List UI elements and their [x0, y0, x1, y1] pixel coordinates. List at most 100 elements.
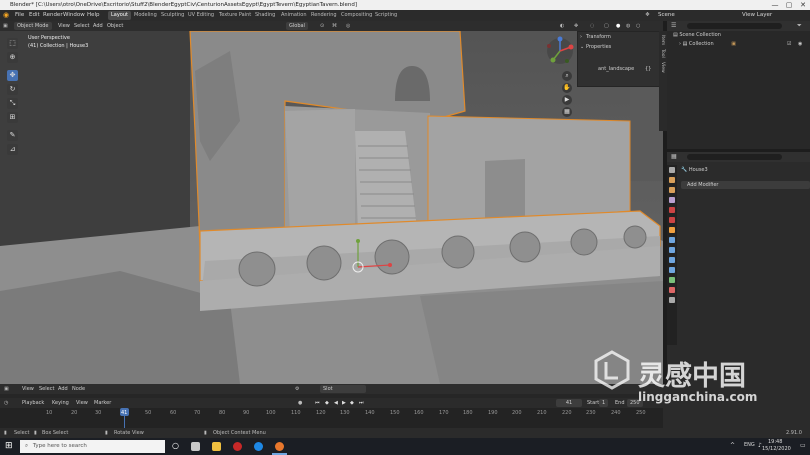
select-box-tool-icon[interactable]: ⬚	[7, 38, 18, 49]
pivot-icon[interactable]: ⊙	[320, 21, 324, 31]
transform-tool-icon[interactable]: ⊞	[7, 112, 18, 123]
blender-taskbar-icon[interactable]	[275, 442, 284, 451]
sidebar-tab-item[interactable]: Item	[660, 35, 665, 45]
tab-sculpting[interactable]: Sculpting	[158, 11, 187, 20]
prev-keyframe-icon[interactable]: ◆	[325, 398, 329, 408]
view-layer-selector[interactable]: View Layer	[742, 10, 772, 21]
outliner-editor-icon[interactable]: ☰	[671, 22, 676, 29]
transform-orientation-dropdown[interactable]: Global	[286, 22, 308, 30]
tab-animation[interactable]: Animation	[278, 11, 310, 20]
tab-scripting[interactable]: Scripting	[372, 11, 400, 20]
menu-object[interactable]: Object	[107, 21, 123, 31]
menu-help[interactable]: Help	[87, 10, 100, 21]
tab-modeling[interactable]: Modeling	[131, 11, 160, 20]
clock-time[interactable]: 19:48	[768, 439, 782, 445]
panel-transform[interactable]: › Transform	[578, 32, 660, 42]
timeline-editor-icon[interactable]: ◷	[4, 398, 8, 408]
measure-tool-icon[interactable]: ⊿	[7, 144, 18, 155]
node-tree-icon[interactable]: ⚙	[295, 384, 299, 394]
texture-tab-icon[interactable]	[669, 297, 675, 303]
record-icon[interactable]: ●	[298, 398, 302, 408]
menu-select[interactable]: Select	[39, 384, 54, 394]
timeline-ruler[interactable]: 10 20 30 41 50 60 70 80 90 100 110 120 1…	[0, 408, 663, 428]
properties-editor-icon[interactable]: ▦	[671, 153, 677, 160]
menu-add[interactable]: Add	[93, 21, 103, 31]
shading-solid-icon[interactable]: ●	[616, 21, 620, 31]
tab-compositing[interactable]: Compositing	[338, 11, 375, 20]
opera-icon[interactable]	[233, 442, 242, 451]
file-explorer-icon[interactable]	[191, 442, 200, 451]
editor-type-icon[interactable]: ▣	[3, 21, 8, 31]
filter-icon[interactable]: ⏷	[797, 22, 802, 30]
view-layer-tab-icon[interactable]	[669, 197, 675, 203]
custom-property-value[interactable]: {}	[645, 64, 651, 74]
overlay-toggle-icon[interactable]: ◌	[590, 21, 594, 31]
menu-edit[interactable]: Edit	[29, 10, 40, 21]
menu-window[interactable]: Window	[63, 10, 85, 21]
visibility-eye-icon[interactable]: ◉	[798, 41, 802, 47]
navigation-gizmo[interactable]	[545, 36, 575, 66]
task-view-icon[interactable]: ○	[172, 441, 179, 450]
menu-file[interactable]: File	[15, 10, 24, 21]
minimize-button[interactable]: —	[768, 0, 782, 10]
object-tab-icon[interactable]	[669, 227, 675, 233]
properties-search-input[interactable]	[687, 154, 782, 160]
scene-selector[interactable]: Scene	[658, 10, 675, 21]
cursor-tool-icon[interactable]: ⊕	[7, 52, 18, 63]
tab-rendering[interactable]: Rendering	[308, 11, 340, 20]
notification-icon[interactable]: ▭	[800, 442, 806, 449]
outliner-collection[interactable]: › ▤ Collection ▣	[679, 41, 736, 47]
sidebar-tab-tool[interactable]: Tool	[660, 49, 665, 58]
move-tool-icon[interactable]: ✥	[7, 70, 18, 81]
object-name-field[interactable]: 🔧 House3	[681, 167, 708, 173]
add-modifier-button[interactable]: Add Modifier	[681, 181, 810, 189]
play-icon[interactable]: ▶	[342, 398, 346, 408]
material-tab-icon[interactable]	[669, 287, 675, 293]
snap-icon[interactable]: ⌘	[332, 21, 337, 31]
rotate-tool-icon[interactable]: ↻	[7, 84, 18, 95]
blender-logo-icon[interactable]: ◉	[3, 10, 9, 21]
world-tab-icon[interactable]	[669, 217, 675, 223]
tab-uv-editing[interactable]: UV Editing	[185, 11, 217, 20]
close-button[interactable]: ✕	[796, 0, 810, 10]
particles-tab-icon[interactable]	[669, 247, 675, 253]
view-object-types-icon[interactable]: ◐	[560, 21, 564, 31]
current-frame-field[interactable]: 41	[556, 399, 582, 407]
modifier-tab-icon[interactable]	[669, 237, 675, 243]
menu-add[interactable]: Add	[58, 384, 68, 394]
outliner-scene-collection[interactable]: ▤ Scene Collection	[673, 32, 721, 38]
proportional-edit-icon[interactable]: ◎	[346, 21, 350, 31]
scale-tool-icon[interactable]: ⤡	[7, 98, 18, 109]
folder-icon[interactable]	[212, 442, 221, 451]
tool-tab-icon[interactable]	[669, 167, 675, 173]
perspective-toggle-icon[interactable]: ▦	[562, 107, 572, 117]
tab-texture-paint[interactable]: Texture Paint	[216, 11, 254, 20]
3d-viewport[interactable]: User Perspective (41) Collection | House…	[0, 31, 663, 384]
shading-material-icon[interactable]: ◍	[626, 21, 630, 31]
jump-end-icon[interactable]: ⏭	[359, 398, 364, 408]
panel-properties[interactable]: ⌄ Properties	[578, 42, 660, 52]
next-keyframe-icon[interactable]: ◆	[350, 398, 354, 408]
xray-icon[interactable]: ▢	[604, 21, 609, 31]
jump-start-icon[interactable]: ⏮	[315, 398, 320, 408]
gizmo-toggle-icon[interactable]: ✥	[574, 21, 578, 31]
edge-icon[interactable]	[254, 442, 263, 451]
outliner-search-input[interactable]	[687, 23, 782, 29]
slot-dropdown[interactable]: Slot	[320, 385, 366, 393]
checkbox-icon[interactable]: ☑	[787, 41, 791, 47]
sidebar-tab-view[interactable]: View	[660, 62, 665, 73]
pan-hand-icon[interactable]: ✋	[562, 83, 572, 93]
maximize-button[interactable]: ▢	[782, 0, 796, 10]
menu-view[interactable]: View	[58, 21, 70, 31]
annotate-tool-icon[interactable]: ✎	[7, 130, 18, 141]
constraints-tab-icon[interactable]	[669, 267, 675, 273]
scene-icon[interactable]: ❖	[645, 10, 650, 21]
menu-keying[interactable]: Keying	[52, 398, 69, 408]
menu-select[interactable]: Select	[74, 21, 89, 31]
editor-type-icon[interactable]: ▣	[4, 384, 9, 394]
menu-render[interactable]: Render	[43, 10, 63, 21]
taskbar-search-box[interactable]: ⌕ Type here to search	[20, 440, 165, 453]
menu-view[interactable]: View	[22, 384, 34, 394]
play-reverse-icon[interactable]: ◀	[334, 398, 338, 408]
output-tab-icon[interactable]	[669, 187, 675, 193]
